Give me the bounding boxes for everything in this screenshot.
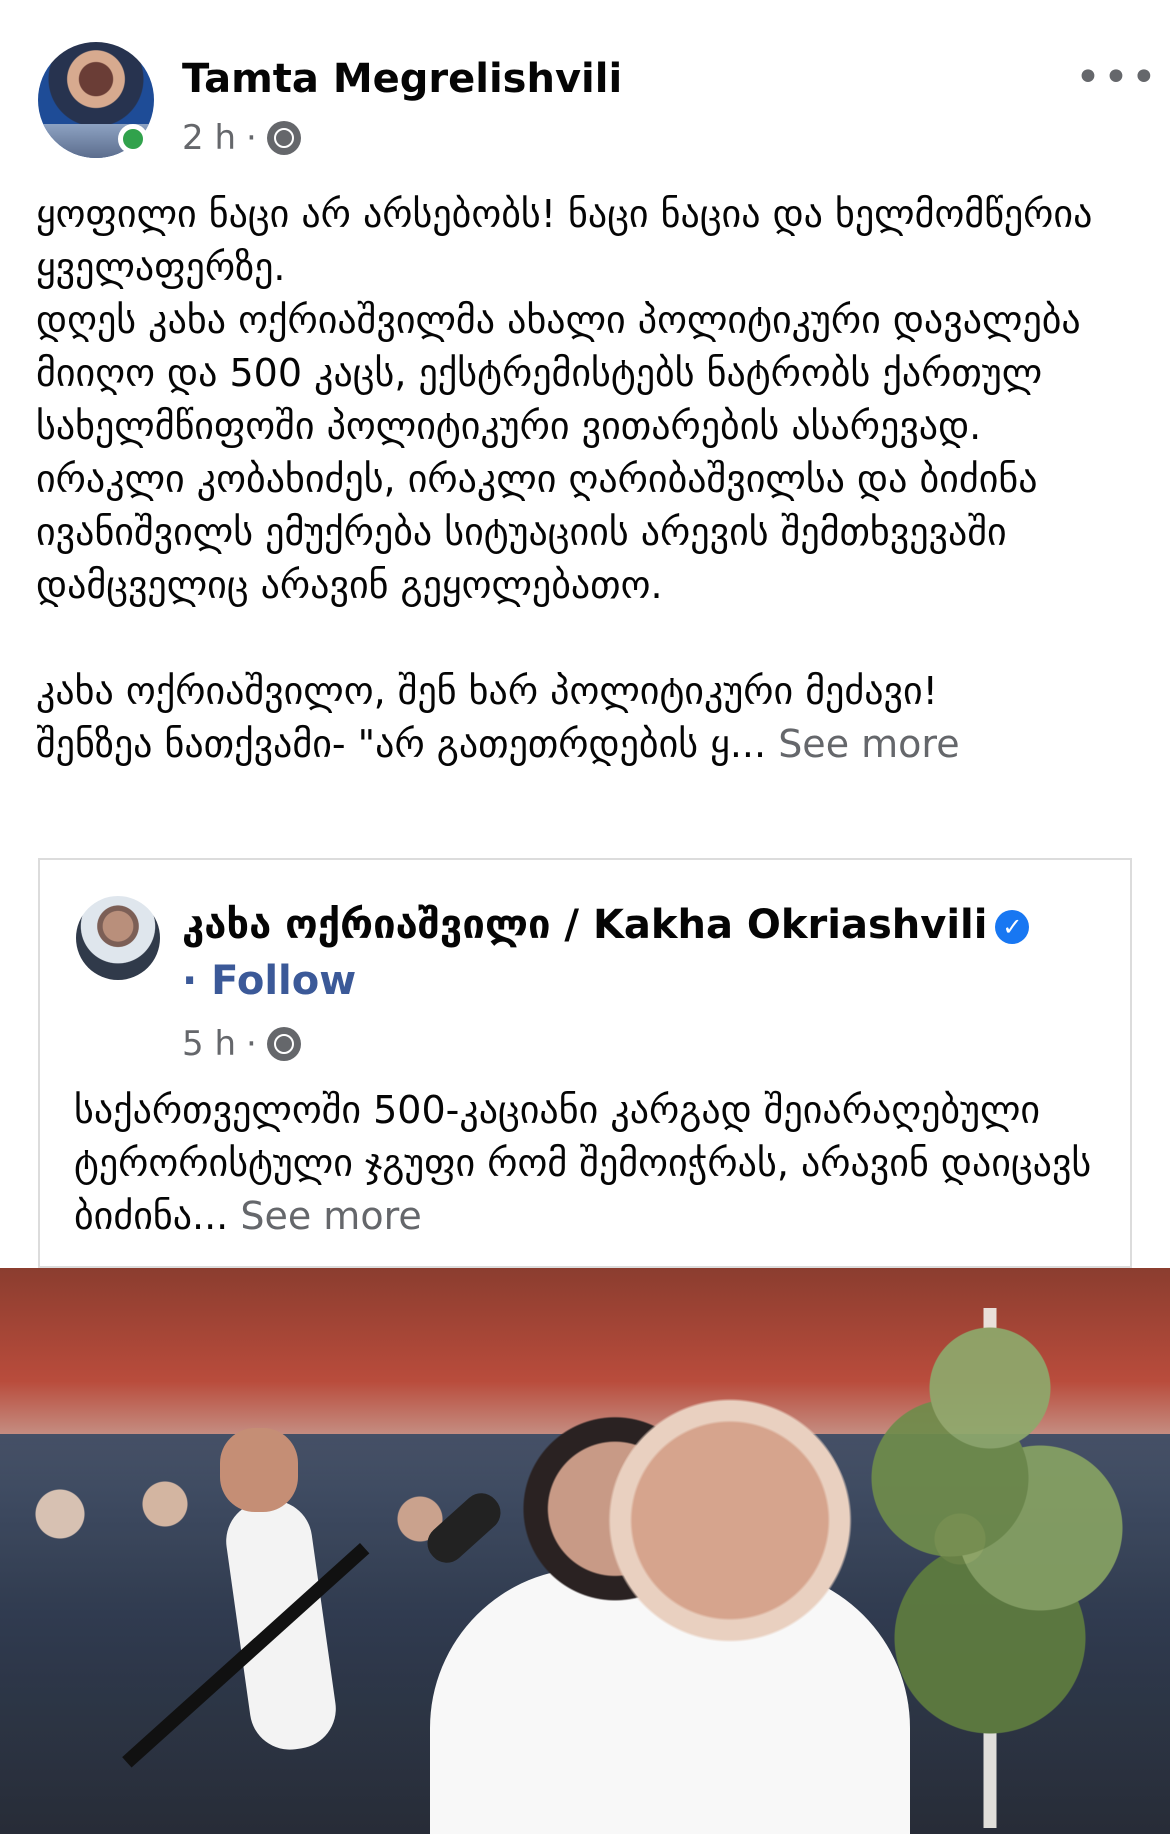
author-name[interactable]: Tamta Megrelishvili bbox=[182, 56, 622, 102]
shared-post-see-more-link[interactable]: See more bbox=[240, 1194, 421, 1238]
shared-meta-separator: · bbox=[246, 1024, 257, 1064]
meta-separator: · bbox=[246, 118, 257, 158]
follow-row: · Follow bbox=[182, 958, 356, 1004]
post-text-content: ყოფილი ნაცი არ არსებობს! ნაცი ნაცია და ხ… bbox=[36, 192, 1093, 766]
public-globe-icon bbox=[266, 121, 301, 155]
shared-post-body: საქართველოში 500-კაციანი კარგად შეიარაღე… bbox=[74, 1084, 1104, 1243]
post-see-more-link[interactable]: See more bbox=[778, 722, 959, 766]
main-speaker-head bbox=[600, 1398, 860, 1758]
shared-author-avatar[interactable] bbox=[76, 896, 160, 980]
post-time[interactable]: 2 h bbox=[182, 118, 236, 158]
raised-fist bbox=[220, 1428, 298, 1512]
shared-public-globe-icon bbox=[266, 1027, 301, 1061]
shared-author-name[interactable]: კახა ოქრიაშვილი / Kakha Okriashvili ✓ bbox=[182, 902, 1030, 948]
shared-post-card[interactable]: კახა ოქრიაშვილი / Kakha Okriashvili ✓ · F… bbox=[38, 858, 1132, 1268]
verified-badge-icon: ✓ bbox=[995, 910, 1030, 944]
shared-post-text-content: საქართველოში 500-კაციანი კარგად შეიარაღე… bbox=[74, 1088, 1104, 1238]
online-status-icon bbox=[118, 124, 148, 154]
shared-post-time[interactable]: 5 h bbox=[182, 1024, 236, 1064]
follow-separator: · bbox=[182, 958, 198, 1004]
shared-author-name-text[interactable]: კახა ოქრიაშვილი / Kakha Okriashvili bbox=[182, 902, 987, 948]
follow-button[interactable]: Follow bbox=[211, 958, 356, 1004]
shared-post-photo[interactable] bbox=[0, 1268, 1170, 1834]
post-meta: 2 h · bbox=[182, 118, 301, 158]
post-body: ყოფილი ნაცი არ არსებობს! ნაცი ნაცია და ხ… bbox=[36, 188, 1146, 771]
more-options-button[interactable]: ••• bbox=[1075, 52, 1159, 103]
shared-post-meta: 5 h · bbox=[182, 1024, 301, 1064]
post-header: Tamta Megrelishvili 2 h · ••• bbox=[0, 0, 1170, 170]
